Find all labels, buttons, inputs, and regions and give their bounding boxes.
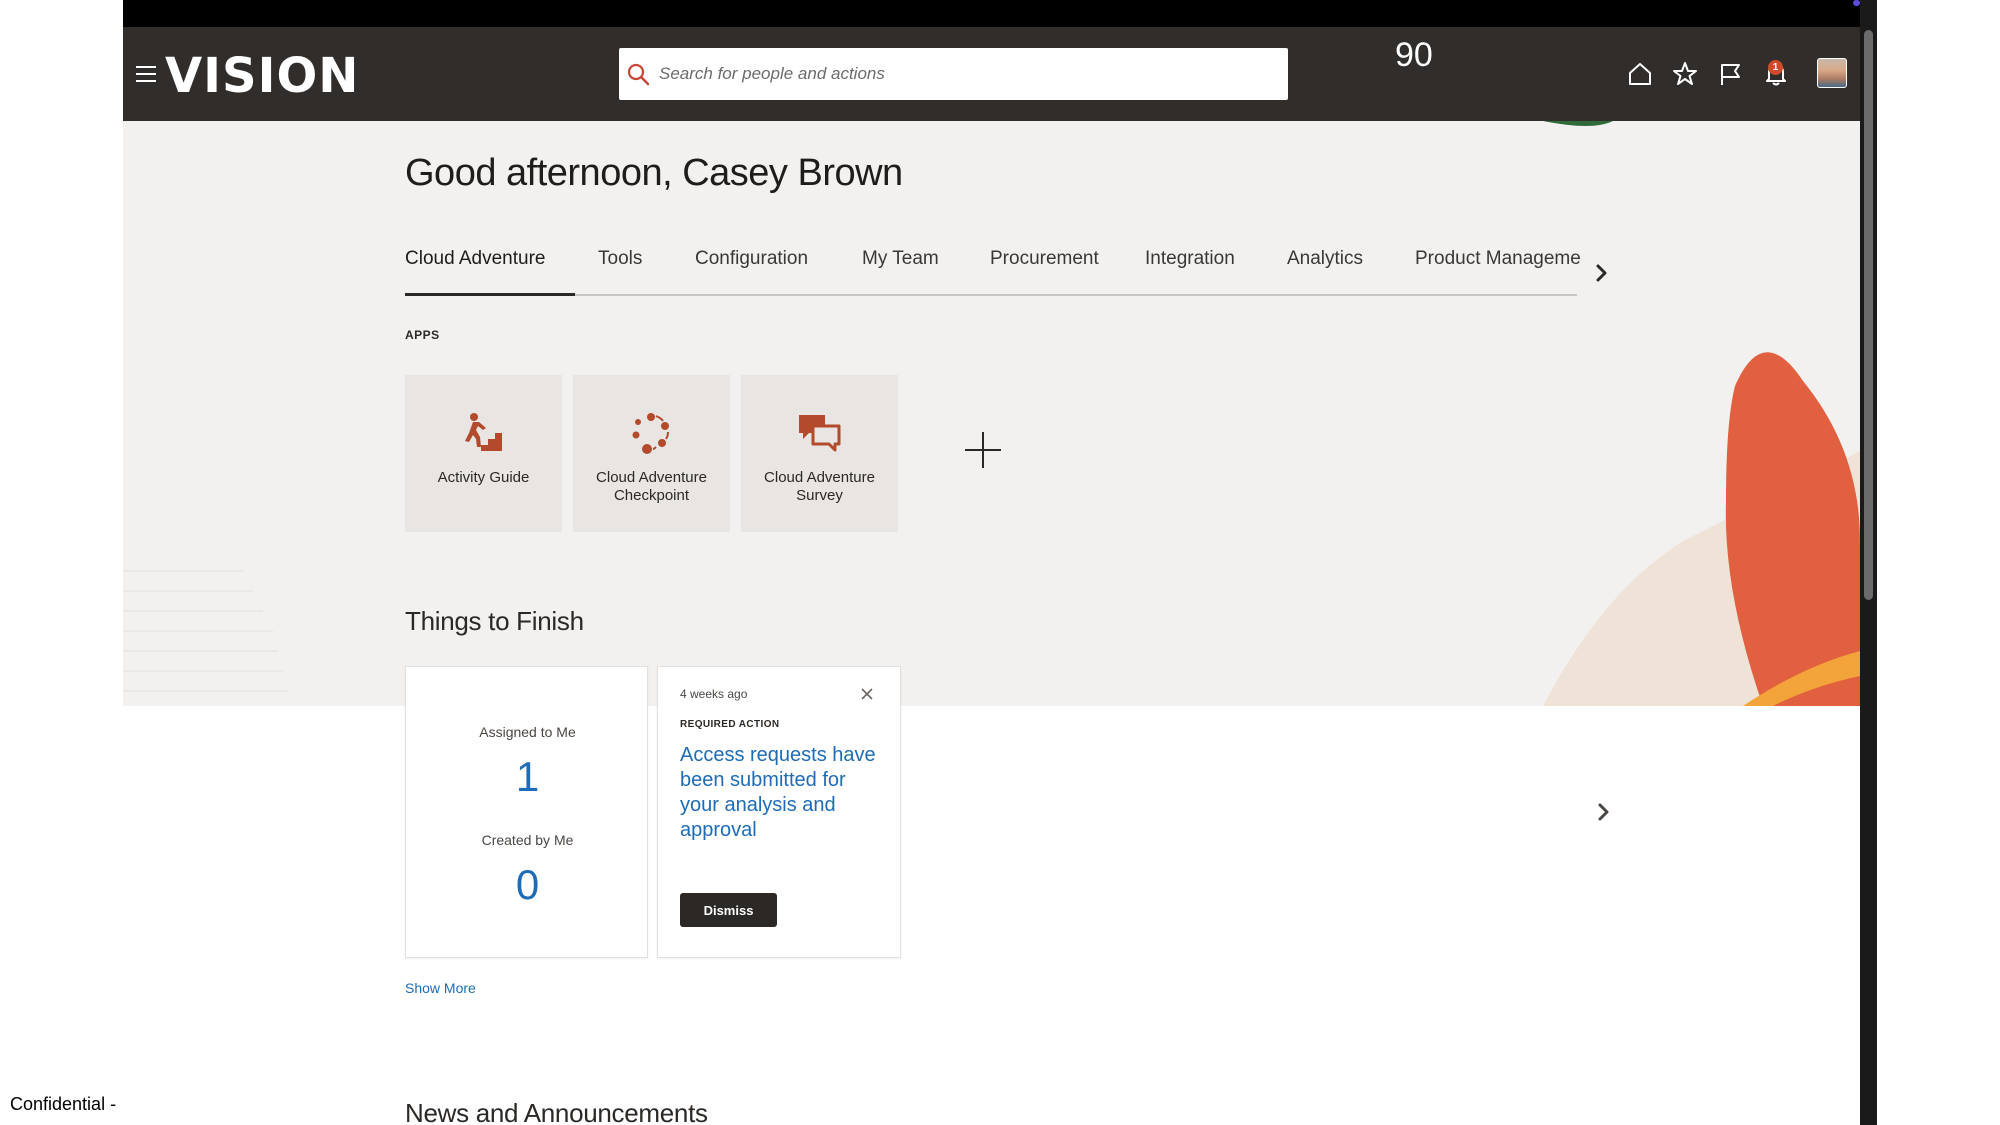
assigned-to-me-count[interactable]: 1 [406,753,649,801]
confidential-label: Confidential - [10,1094,117,1114]
news-and-announcements-heading: News and Announcements [405,1098,708,1125]
created-by-me-label: Created by Me [481,832,574,848]
tab-tools[interactable]: Tools [598,248,642,270]
climbing-stairs-icon [465,413,502,451]
star-icon[interactable] [1671,60,1699,88]
required-action-card: 4 weeks ago REQUIRED ACTION Access reque… [657,666,901,958]
flag-icon[interactable] [1716,60,1744,88]
search-input[interactable] [659,48,1269,100]
show-more-link[interactable]: Show More [405,980,476,996]
tab-bar: Cloud Adventure Tools Configuration My T… [405,248,1581,296]
cycle-dots-icon [632,413,669,454]
app-tile-activity-guide[interactable]: Activity Guide [405,375,562,532]
app-label: Cloud Adventure Checkpoint [596,469,707,504]
tab-procurement[interactable]: Procurement [990,248,1099,270]
chat-bubbles-icon [799,415,841,452]
hero-background [123,121,1860,706]
page-greeting: Good afternoon, Casey Brown [405,152,903,194]
things-to-finish-heading: Things to Finish [405,606,584,636]
app-tile-cloud-adventure-checkpoint[interactable]: Cloud Adventure Checkpoint [573,375,730,532]
chevron-right-icon[interactable] [1595,800,1613,824]
dismiss-button[interactable]: Dismiss [680,893,777,927]
assigned-to-me-label: Assigned to Me [479,724,576,740]
app-tile-cloud-adventure-survey[interactable]: Cloud Adventure Survey [741,375,898,532]
tab-integration[interactable]: Integration [1145,248,1235,270]
close-icon[interactable] [860,687,874,701]
tab-product-management[interactable]: Product Manageme [1415,248,1581,270]
vision-logo[interactable]: VISION [165,48,359,104]
search-icon[interactable] [626,62,650,86]
scrollbar-thumb[interactable] [1864,30,1873,600]
indicator-dot [1853,0,1860,6]
chevron-right-icon[interactable] [1593,262,1611,284]
tab-analytics[interactable]: Analytics [1287,248,1363,270]
action-title-link[interactable]: Access requests have been submitted for … [680,743,890,843]
action-timestamp: 4 weeks ago [680,687,748,701]
required-action-label: REQUIRED ACTION [680,719,780,730]
app-label: Activity Guide [437,469,530,486]
created-by-me-count[interactable]: 0 [406,861,649,909]
decorative-leaves [123,121,1860,706]
app-label: Cloud Adventure Survey [764,469,875,504]
task-summary-card: Assigned to Me 1 Created by Me 0 [405,666,648,958]
menu-icon[interactable] [136,66,156,82]
notification-badge: 1 [1768,60,1783,75]
active-tab-indicator [405,293,575,296]
avatar[interactable] [1817,58,1847,88]
tab-configuration[interactable]: Configuration [695,248,808,270]
home-icon[interactable] [1626,60,1654,88]
counter-display: 90 [1395,36,1433,74]
tab-cloud-adventure[interactable]: Cloud Adventure [405,248,546,270]
app-window: VISION 90 1 Good afternoon, Casey Brown … [0,0,2000,1125]
tab-my-team[interactable]: My Team [862,248,939,270]
browser-top-bar [123,0,1877,27]
apps-section-label: APPS [405,328,440,342]
global-search[interactable] [619,48,1288,100]
add-app-icon[interactable] [963,430,1003,470]
